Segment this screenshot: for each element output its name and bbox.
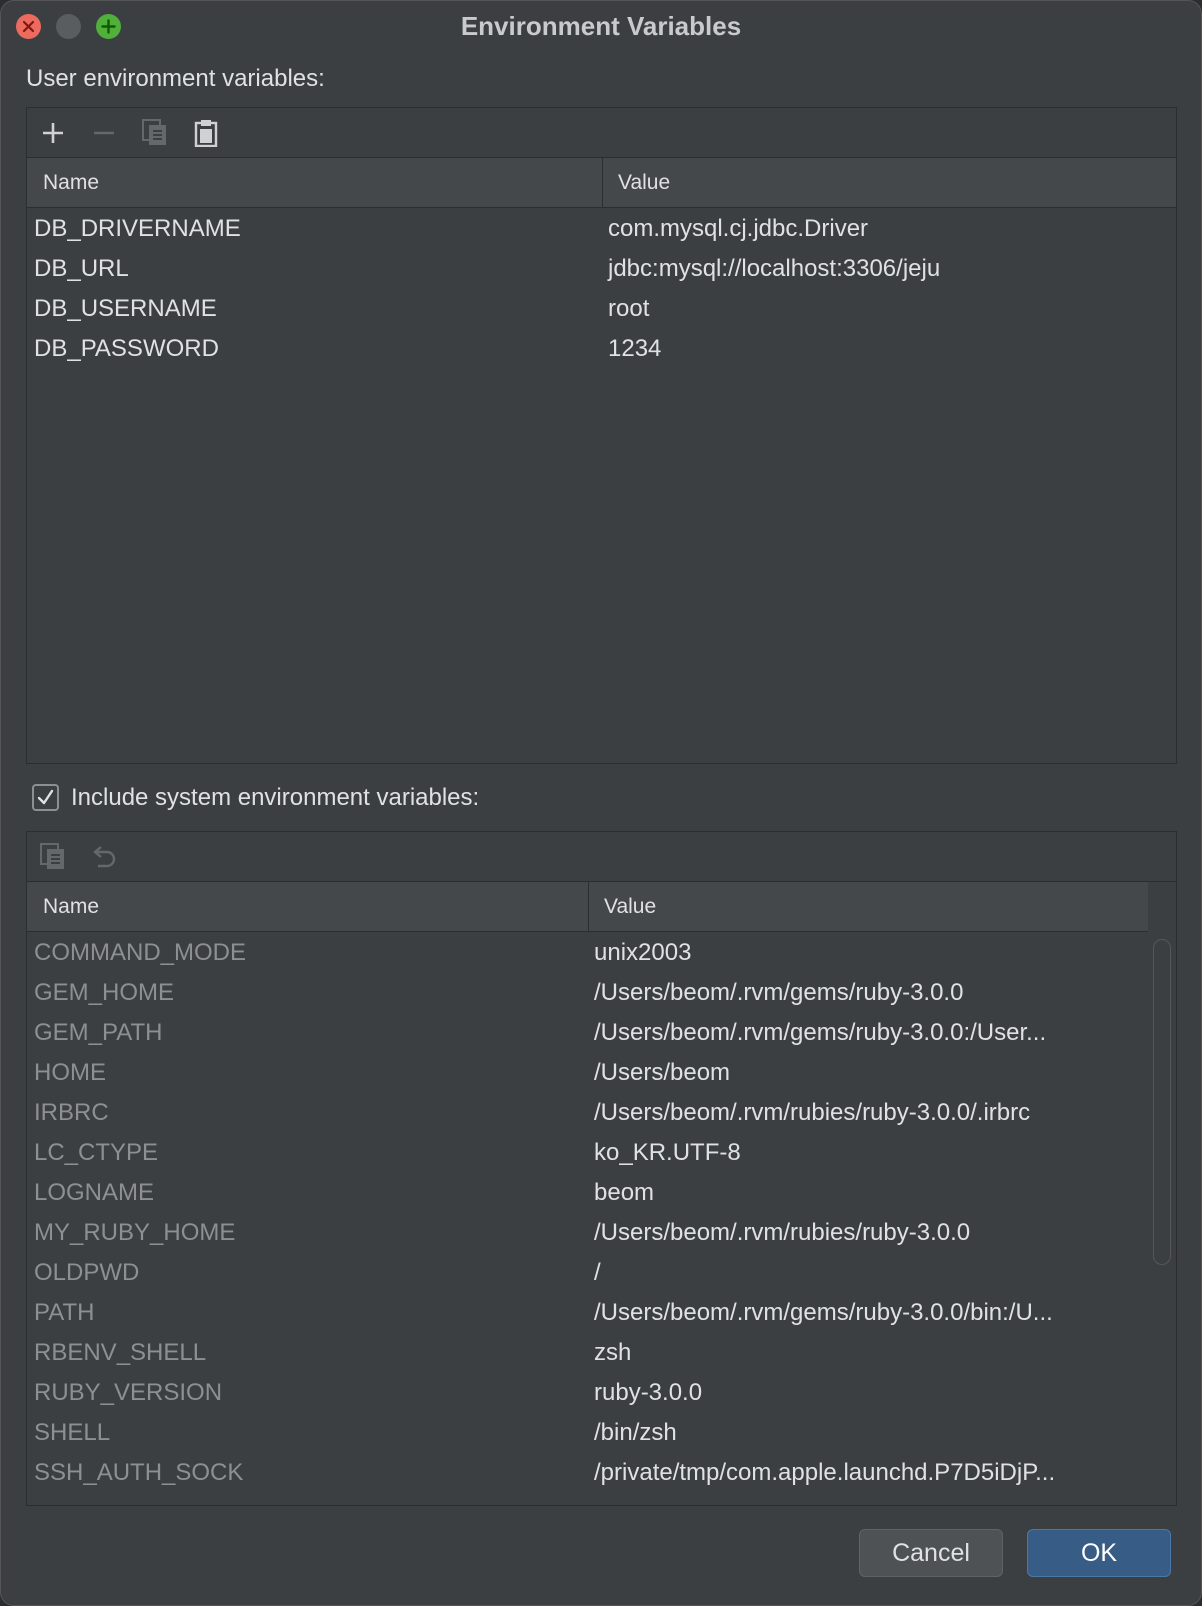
variable-name: GEM_PATH (34, 1019, 163, 1046)
user-env-rows: DB_DRIVERNAME com.mysql.cj.jdbc.Driver D… (27, 209, 1176, 369)
system-env-toolbar (27, 832, 1176, 882)
system-env-table-header: Name Value (27, 882, 1148, 932)
variable-value: root (608, 295, 650, 322)
copy-icon (142, 119, 166, 145)
variable-name: LC_CTYPE (34, 1139, 159, 1166)
variable-value: /Users/beom/.rvm/gems/ruby-3.0.0 (594, 979, 964, 1006)
system-env-scrollbar[interactable] (1153, 939, 1171, 1265)
column-divider[interactable] (588, 882, 589, 932)
table-row[interactable]: LOGNAME beom (27, 1173, 1176, 1213)
user-env-panel: Name Value DB_DRIVERNAME com.mysql.cj.jd… (26, 107, 1177, 764)
table-row[interactable]: MY_RUBY_HOME /Users/beom/.rvm/rubies/rub… (27, 1213, 1176, 1253)
user-env-label: User environment variables: (26, 65, 325, 92)
variable-value: beom (594, 1179, 655, 1206)
variable-value: ruby-3.0.0 (594, 1379, 703, 1406)
ok-button[interactable]: OK (1027, 1529, 1171, 1577)
column-divider[interactable] (602, 158, 603, 208)
variable-name: LOGNAME (34, 1179, 155, 1206)
copy-variables-button[interactable] (138, 116, 172, 150)
variable-name: DB_USERNAME (34, 295, 217, 322)
variable-name: GEM_HOME (34, 979, 175, 1006)
name-column-header[interactable]: Name (43, 895, 99, 919)
variable-name: IRBRC (34, 1099, 109, 1126)
table-row[interactable]: RUBY_VERSION ruby-3.0.0 (27, 1373, 1176, 1413)
paste-variables-button[interactable] (189, 116, 223, 150)
environment-variables-dialog: Environment Variables User environment v… (0, 0, 1202, 1606)
variable-value: /Users/beom (594, 1059, 731, 1086)
table-row[interactable]: DB_URL jdbc:mysql://localhost:3306/jeju (27, 249, 1176, 289)
table-row[interactable]: DB_USERNAME root (27, 289, 1176, 329)
copy-system-variables-button[interactable] (36, 840, 70, 874)
add-variable-button[interactable] (36, 116, 70, 150)
variable-value: /Users/beom/.rvm/rubies/ruby-3.0.0/.irbr… (594, 1099, 1031, 1126)
cancel-button[interactable]: Cancel (859, 1529, 1003, 1577)
table-row[interactable]: DB_DRIVERNAME com.mysql.cj.jdbc.Driver (27, 209, 1176, 249)
variable-name: MY_RUBY_HOME (34, 1219, 236, 1246)
value-column-header[interactable]: Value (618, 171, 670, 195)
paste-icon (194, 120, 218, 147)
system-env-panel: Name Value COMMAND_MODE unix2003 GEM_HOM… (26, 831, 1177, 1506)
variable-value: /bin/zsh (594, 1419, 677, 1446)
variable-value: 1234 (608, 335, 662, 362)
variable-value: /Users/beom/.rvm/gems/ruby-3.0.0:/User..… (594, 1019, 1047, 1046)
table-row[interactable]: SSH_AUTH_SOCK /private/tmp/com.apple.lau… (27, 1453, 1176, 1493)
include-system-env-checkbox[interactable] (32, 784, 59, 811)
undo-button[interactable] (87, 840, 121, 874)
undo-icon (93, 846, 116, 868)
variable-value: /Users/beom/.rvm/gems/ruby-3.0.0/bin:/U.… (594, 1299, 1053, 1326)
variable-name: RBENV_SHELL (34, 1339, 207, 1366)
variable-name: PATH (34, 1299, 95, 1326)
variable-name: SHELL (34, 1419, 111, 1446)
variable-value: / (594, 1259, 601, 1286)
table-row[interactable]: PATH /Users/beom/.rvm/gems/ruby-3.0.0/bi… (27, 1293, 1176, 1333)
table-row[interactable]: DB_PASSWORD 1234 (27, 329, 1176, 369)
variable-name: OLDPWD (34, 1259, 140, 1286)
variable-value: ko_KR.UTF-8 (594, 1139, 741, 1166)
variable-name: HOME (34, 1059, 106, 1086)
remove-variable-button[interactable] (87, 116, 121, 150)
variable-value: /Users/beom/.rvm/rubies/ruby-3.0.0 (594, 1219, 971, 1246)
variable-value: /private/tmp/com.apple.launchd.P7D5iDjP.… (594, 1459, 1056, 1486)
variable-name: DB_URL (34, 255, 129, 282)
variable-value: com.mysql.cj.jdbc.Driver (608, 215, 869, 242)
add-icon (43, 123, 63, 143)
table-row[interactable]: GEM_PATH /Users/beom/.rvm/gems/ruby-3.0.… (27, 1013, 1176, 1053)
window-title: Environment Variables (460, 11, 742, 41)
variable-name: DB_PASSWORD (34, 335, 219, 362)
user-env-toolbar (27, 108, 1176, 158)
variable-name: COMMAND_MODE (34, 939, 247, 966)
table-row[interactable]: IRBRC /Users/beom/.rvm/rubies/ruby-3.0.0… (27, 1093, 1176, 1133)
variable-name: RUBY_VERSION (34, 1379, 223, 1406)
checkmark-icon (37, 789, 54, 805)
system-env-rows: COMMAND_MODE unix2003 GEM_HOME /Users/be… (27, 933, 1176, 1493)
table-row[interactable]: GEM_HOME /Users/beom/.rvm/gems/ruby-3.0.… (27, 973, 1176, 1013)
table-row[interactable]: OLDPWD / (27, 1253, 1176, 1293)
variable-value: zsh (594, 1339, 632, 1366)
variable-value: unix2003 (594, 939, 692, 966)
variable-name: DB_DRIVERNAME (34, 215, 241, 242)
copy-icon (40, 843, 64, 869)
table-row[interactable]: RBENV_SHELL zsh (27, 1333, 1176, 1373)
table-row[interactable]: SHELL /bin/zsh (27, 1413, 1176, 1453)
title-bar: Environment Variables (1, 1, 1201, 53)
include-system-env-label[interactable]: Include system environment variables: (71, 784, 479, 812)
value-column-header[interactable]: Value (604, 895, 656, 919)
remove-icon (94, 131, 114, 135)
table-row[interactable]: COMMAND_MODE unix2003 (27, 933, 1176, 973)
table-row[interactable]: LC_CTYPE ko_KR.UTF-8 (27, 1133, 1176, 1173)
variable-value: jdbc:mysql://localhost:3306/jeju (608, 255, 941, 282)
name-column-header[interactable]: Name (43, 171, 99, 195)
table-row[interactable]: HOME /Users/beom (27, 1053, 1176, 1093)
variable-name: SSH_AUTH_SOCK (34, 1459, 244, 1486)
user-env-table-header: Name Value (27, 158, 1176, 208)
